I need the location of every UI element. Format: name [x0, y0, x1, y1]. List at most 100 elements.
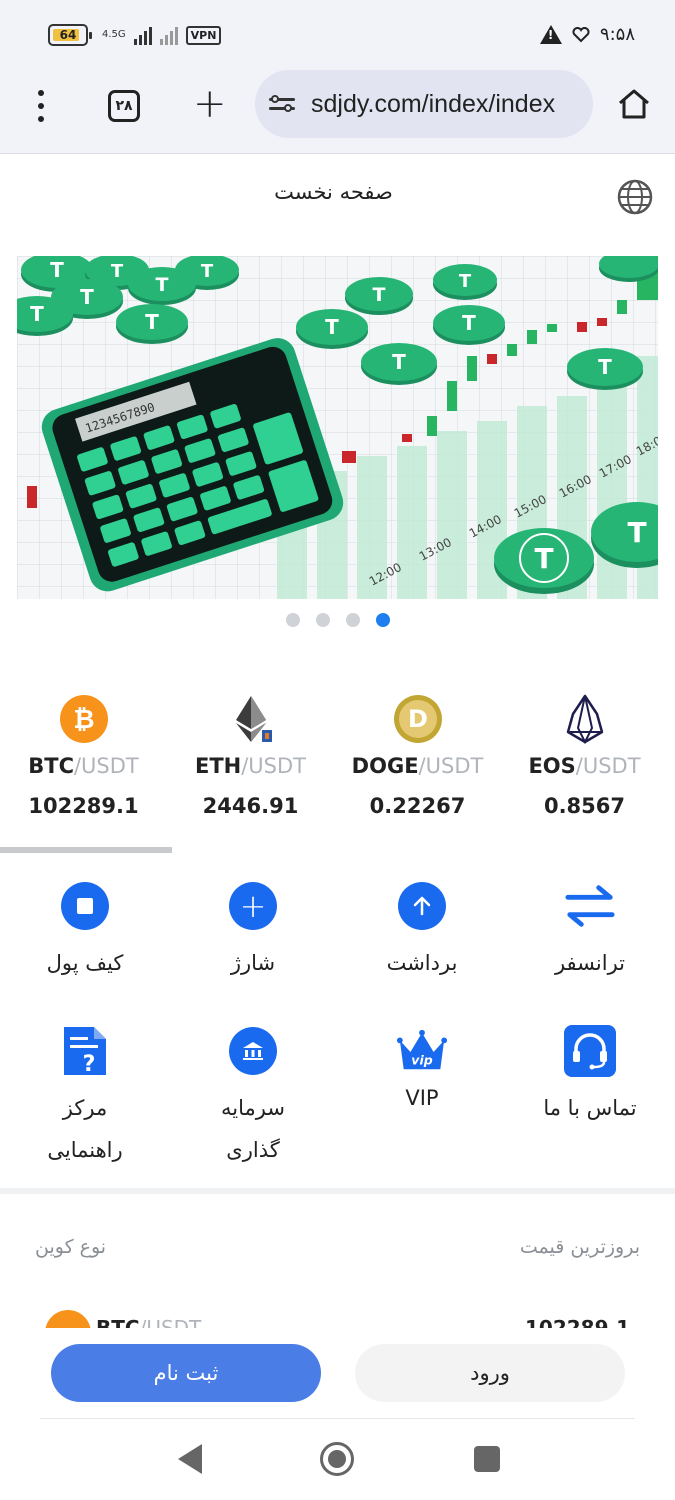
- market-row[interactable]: BTC/USDT 102289.1: [0, 1310, 675, 1328]
- action-label: تماس با ما: [543, 1096, 637, 1120]
- column-latest-price[interactable]: بروزترین قیمت: [520, 1236, 640, 1258]
- btc-icon: ₿: [59, 695, 108, 743]
- ticker-price: 2446.91: [202, 794, 299, 818]
- ticker-price: 0.22267: [369, 794, 466, 818]
- warning-icon: [539, 25, 562, 44]
- doge-icon: D: [393, 695, 442, 743]
- home-button-icon[interactable]: [320, 1442, 354, 1476]
- market-list-header: نوع کوین بروزترین قیمت: [0, 1230, 675, 1270]
- ticker-strip: ₿ BTC/USDT 102289.1 ETH/USDT 2446.91 D D…: [0, 690, 675, 830]
- system-nav-bar: [0, 1420, 675, 1500]
- address-bar[interactable]: sdjdy.com/index/index: [255, 70, 593, 138]
- action-label: برداشت: [386, 951, 458, 975]
- vpn-badge: VPN: [185, 25, 222, 45]
- menu-icon[interactable]: [36, 90, 46, 122]
- svg-text:D: D: [408, 705, 428, 733]
- svg-text:₿: ₿: [73, 705, 94, 735]
- carousel-dot-2[interactable]: [315, 613, 330, 627]
- transfer-icon: [565, 885, 615, 927]
- carousel-dot-4[interactable]: [375, 613, 390, 627]
- home-icon[interactable]: [617, 88, 651, 120]
- section-divider: [0, 1188, 675, 1194]
- column-coin-type[interactable]: نوع کوین: [35, 1236, 106, 1258]
- login-button[interactable]: ورود: [355, 1344, 625, 1402]
- auth-bar: ثبت نام ورود: [0, 1328, 675, 1420]
- vip-crown-icon: vip: [396, 1029, 448, 1070]
- battery-icon: 64: [48, 24, 92, 46]
- heart-icon: [572, 26, 590, 42]
- carousel-indicator: [0, 613, 675, 627]
- ticker-doge[interactable]: D DOGE/USDT 0.22267: [334, 690, 501, 830]
- svg-text:T: T: [30, 302, 44, 326]
- market-row-price: 102289.1: [524, 1316, 630, 1328]
- action-label: مرکز راهنمایی: [47, 1096, 123, 1162]
- banner-image: 12:00 13:00 14:00 15:00 16:00 17:00 18:0…: [17, 256, 658, 599]
- status-bar: 64 4.5G VPN ۹:۵۸: [0, 0, 675, 70]
- new-tab-icon[interactable]: +: [193, 84, 227, 124]
- signal-icon-sim2: [159, 25, 178, 45]
- signal-icon: [133, 25, 152, 45]
- eth-icon: [235, 696, 272, 742]
- svg-text:T: T: [627, 516, 646, 549]
- ticker-price: 0.8567: [543, 794, 626, 818]
- ticker-pair: BTC/USDT: [28, 754, 139, 778]
- carousel-dot-1[interactable]: [285, 613, 300, 627]
- ticker-pair: DOGE/USDT: [351, 754, 484, 778]
- status-left: 64 4.5G VPN: [48, 24, 222, 46]
- register-button[interactable]: ثبت نام: [51, 1344, 321, 1402]
- svg-text:T: T: [462, 311, 476, 335]
- action-vip[interactable]: vip VIP: [342, 1025, 502, 1119]
- action-label: کیف پول: [46, 951, 124, 975]
- arrow-up-icon: [398, 882, 446, 930]
- divider: [40, 1418, 635, 1419]
- url-text[interactable]: sdjdy.com/index/index: [311, 90, 555, 119]
- ticker-btc[interactable]: ₿ BTC/USDT 102289.1: [0, 690, 167, 830]
- svg-text:T: T: [534, 542, 553, 575]
- tabs-icon[interactable]: ۲۸: [108, 90, 140, 122]
- action-deposit[interactable]: + شارژ: [173, 880, 333, 984]
- action-transfer[interactable]: ترانسفر: [510, 880, 670, 984]
- action-help-center[interactable]: ? مرکز راهنمایی: [5, 1025, 165, 1171]
- action-withdraw[interactable]: برداشت: [342, 880, 502, 984]
- ticker-pair: EOS/USDT: [528, 754, 641, 778]
- ticker-pair: ETH/USDT: [194, 754, 307, 778]
- svg-text:T: T: [50, 258, 64, 282]
- back-icon[interactable]: [178, 1444, 202, 1474]
- action-label: VIP: [405, 1086, 439, 1110]
- recents-icon[interactable]: [474, 1446, 500, 1472]
- svg-text:T: T: [145, 310, 159, 334]
- status-right: ۹:۵۸: [539, 24, 635, 45]
- market-row-pair: BTC/USDT: [96, 1316, 202, 1328]
- action-label: شارژ: [230, 951, 276, 975]
- browser-toolbar: ۲۸ + sdjdy.com/index/index: [0, 70, 675, 154]
- battery-level: 64: [59, 28, 77, 42]
- eos-icon: [566, 694, 603, 745]
- action-contact-us[interactable]: تماس با ما: [510, 1025, 670, 1129]
- action-investment[interactable]: سرمایه گذاری: [173, 1025, 333, 1171]
- svg-text:T: T: [201, 261, 214, 282]
- ticker-eos[interactable]: EOS/USDT 0.8567: [501, 690, 668, 830]
- svg-text:T: T: [156, 274, 169, 296]
- headset-icon: [564, 1025, 616, 1077]
- page-header: صفحه نخست: [0, 156, 675, 234]
- ticker-scroll-indicator: [0, 847, 675, 853]
- ticker-eth[interactable]: ETH/USDT 2446.91: [167, 690, 334, 830]
- clock: ۹:۵۸: [599, 24, 635, 45]
- action-label: ترانسفر: [554, 951, 626, 975]
- svg-text:T: T: [325, 315, 339, 339]
- action-wallet[interactable]: کیف پول: [5, 880, 165, 984]
- svg-text:T: T: [80, 285, 94, 309]
- network-type: 4.5G: [102, 29, 126, 40]
- promo-banner[interactable]: 12:00 13:00 14:00 15:00 16:00 17:00 18:0…: [17, 256, 658, 599]
- carousel-dot-3[interactable]: [345, 613, 360, 627]
- svg-text:?: ?: [83, 1052, 96, 1077]
- svg-text:T: T: [598, 355, 612, 379]
- svg-text:T: T: [459, 271, 472, 292]
- globe-icon[interactable]: [616, 178, 654, 216]
- svg-text:T: T: [111, 261, 124, 282]
- btc-icon: [45, 1310, 91, 1328]
- svg-text:T: T: [373, 284, 386, 306]
- ticker-price: 102289.1: [28, 794, 139, 818]
- plus-icon: +: [229, 882, 277, 930]
- site-settings-icon[interactable]: [269, 92, 297, 116]
